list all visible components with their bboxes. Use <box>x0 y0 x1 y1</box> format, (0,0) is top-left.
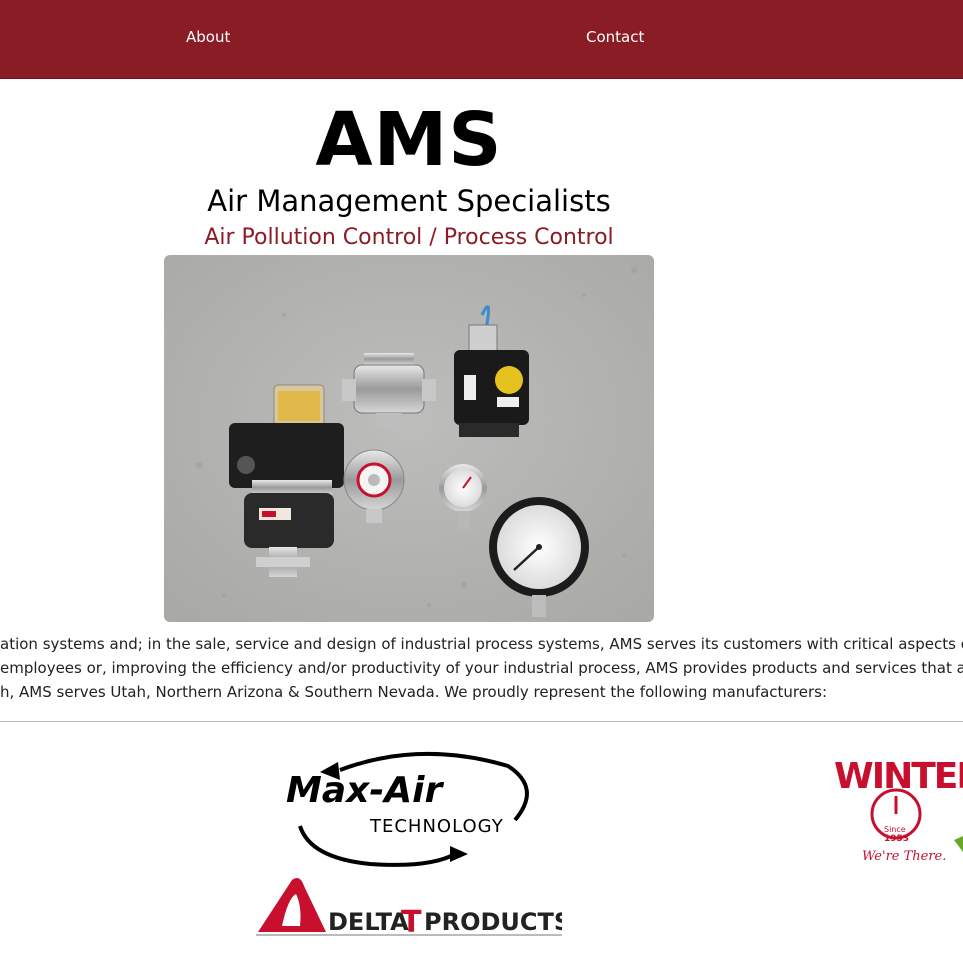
section-divider <box>0 721 963 722</box>
nav-link-contact[interactable]: Contact <box>586 28 644 46</box>
manufacturer-logo-winters[interactable]: WINTERS Since 1953 We're There. <box>832 748 963 866</box>
maxair-wordmark: Max-Air <box>286 770 444 811</box>
winters-slogan: We're There. <box>862 849 946 864</box>
site-tagline: Air Pollution Control / Process Control <box>204 225 614 250</box>
product-photo-illustration <box>164 255 654 622</box>
site-title: AMS <box>315 97 503 183</box>
deltat-word-delta: DELTA <box>328 908 409 936</box>
brand-header: AMS Air Management Specialists Air Pollu… <box>0 95 818 259</box>
deltat-word-products: PRODUCTS <box>424 908 562 936</box>
intro-line-3: h, AMS serves Utah, Northern Arizona & S… <box>0 683 828 701</box>
nav-link-about[interactable]: About <box>186 28 230 46</box>
winters-since: Since <box>884 825 906 834</box>
hero-product-photo <box>164 255 654 622</box>
intro-paragraph: ation systems and; in the sale, service … <box>0 632 963 704</box>
site-subtitle: Air Management Specialists <box>207 184 611 218</box>
maxair-subtitle: TECHNOLOGY <box>369 816 504 837</box>
intro-line-2: employees or, improving the efficiency a… <box>0 659 963 677</box>
manufacturer-logo-maxair[interactable]: Max-Air TECHNOLOGY <box>280 748 540 872</box>
winters-year: 1953 <box>884 834 909 844</box>
manufacturer-logo-deltat[interactable]: DELTA T PRODUCTS <box>256 876 571 940</box>
intro-line-1: ation systems and; in the sale, service … <box>0 635 963 653</box>
top-navbar: About Contact <box>0 0 963 79</box>
green-leaf-icon <box>954 836 963 852</box>
